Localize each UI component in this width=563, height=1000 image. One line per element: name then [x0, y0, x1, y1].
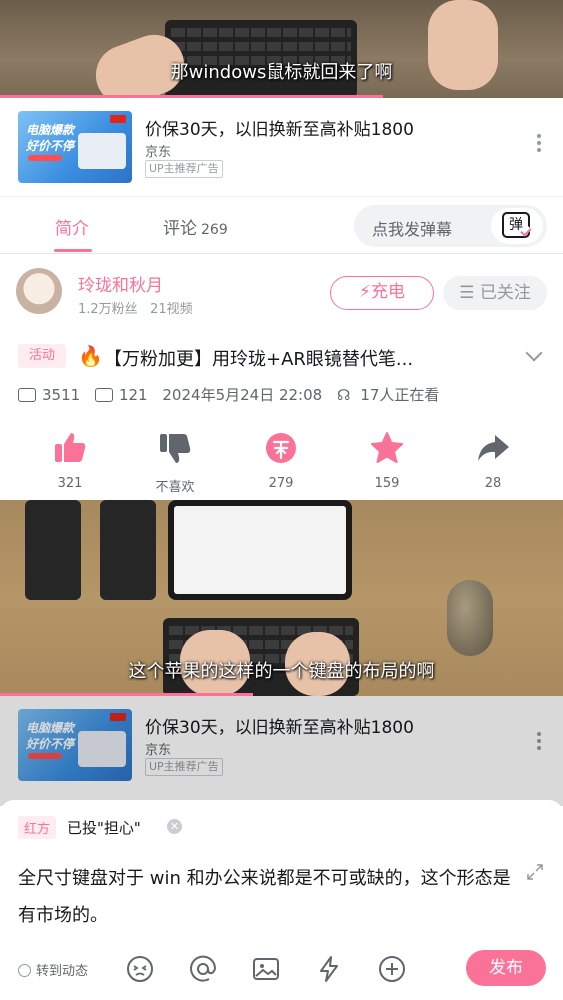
tablet-image: [168, 500, 352, 600]
coin-button[interactable]: 279: [251, 430, 311, 491]
video-subtitle: 那windows鼠标就回来了啊: [170, 62, 393, 83]
fans-count: 1.2万粉丝: [78, 302, 138, 317]
ad-thumb-text: 电脑爆款: [26, 123, 75, 137]
play-count: 3511: [42, 386, 81, 404]
dislike-button[interactable]: 不喜欢: [145, 430, 205, 495]
favorite-button[interactable]: 159: [357, 430, 417, 491]
thumbs-down-icon: [157, 430, 193, 466]
follow-button[interactable]: ☰ 已关注: [443, 276, 547, 310]
mouse-image: [447, 580, 493, 656]
vote-status: 已投"担心": [67, 819, 141, 837]
comment-input[interactable]: 全尺寸键盘对于 win 和办公来说都是不可或缺的，这个形态是有市场的。: [18, 860, 518, 934]
side-tag: 红方: [18, 816, 57, 839]
expand-icon[interactable]: [526, 863, 544, 881]
ad-thumb-pill: [28, 155, 62, 161]
video-title[interactable]: 【万粉加更】用玲珑+AR眼镜替代笔...: [104, 345, 413, 371]
charge-button[interactable]: ⚡充电: [330, 276, 434, 310]
ad-title: 价保30天，以旧换新至高补贴1800: [145, 120, 414, 140]
plus-icon[interactable]: [377, 954, 407, 984]
close-icon[interactable]: ✕: [167, 819, 182, 834]
comment-sheet: 红方 已投"担心" ✕ 全尺寸键盘对于 win 和办公来说都是不可或缺的，这个形…: [0, 800, 563, 1000]
danmaku-count: 121: [118, 386, 148, 404]
dislike-label: 不喜欢: [155, 480, 195, 495]
ad-thumb-text: 好价不停: [26, 139, 75, 153]
lightning-icon: ⚡: [359, 282, 371, 302]
tab-indicator: [54, 249, 92, 252]
video-player-mid[interactable]: 这个苹果的这样的一个键盘的布局的啊: [0, 500, 563, 696]
comment-toolbar: 转到动态 发布: [0, 950, 563, 990]
jd-logo-icon: [110, 115, 126, 123]
menu-icon: ☰: [459, 283, 475, 303]
video-subtitle: 这个苹果的这样的一个键盘的布局的啊: [128, 661, 435, 682]
publish-button[interactable]: 发布: [466, 950, 546, 986]
phone-image: [100, 500, 156, 600]
activity-tag[interactable]: 活动: [18, 344, 66, 368]
uploader-name[interactable]: 玲珑和秋月: [78, 271, 163, 296]
watching-count: 17人正在看: [360, 386, 440, 404]
charge-label: 充电: [370, 282, 405, 302]
emoji-icon[interactable]: [125, 954, 155, 984]
people-icon: ☊: [336, 386, 351, 404]
tab-comments-label: 评论: [163, 219, 197, 239]
phone-image: [25, 500, 81, 600]
like-button[interactable]: 321: [40, 430, 100, 491]
radio-icon: [18, 964, 31, 977]
share-icon: [475, 430, 511, 466]
uploader-stats: 1.2万粉丝 21视频: [78, 298, 193, 317]
ad-label: UP主推荐广告: [145, 160, 223, 178]
repost-label: 转到动态: [36, 964, 89, 979]
follow-label: 已关注: [479, 283, 531, 303]
comment-count: 269: [201, 222, 228, 238]
laptop-box-image: [78, 133, 126, 169]
image-icon[interactable]: [251, 954, 281, 984]
danmaku-placeholder: 点我发弹幕: [372, 220, 453, 239]
danmaku-input[interactable]: 点我发弹幕 弹: [354, 205, 547, 247]
ad-card[interactable]: 电脑爆款 好价不停 价保30天，以旧换新至高补贴1800 京东 UP主推荐广告: [0, 98, 563, 198]
thumbs-up-icon: [52, 430, 88, 466]
lightning-icon[interactable]: [314, 954, 344, 984]
share-count: 28: [484, 476, 502, 491]
tab-bar: 简介 评论 269 点我发弹幕 弹: [0, 196, 563, 254]
fire-icon: 🔥: [78, 344, 103, 368]
repost-checkbox[interactable]: 转到动态: [18, 960, 88, 979]
coin-count: 279: [268, 476, 294, 491]
video-meta: 3511 121 2024年5月24日 22:08 ☊ 17人正在看: [18, 384, 449, 405]
coin-icon: [263, 430, 299, 466]
star-icon: [369, 430, 405, 466]
share-button[interactable]: 28: [463, 430, 523, 491]
danmaku-count-icon: [94, 388, 113, 402]
at-mention-icon[interactable]: [188, 954, 218, 984]
ad-brand: 京东: [145, 145, 172, 160]
dim-overlay[interactable]: [0, 696, 563, 806]
video-player-top[interactable]: 那windows鼠标就回来了啊: [0, 0, 563, 98]
play-count-icon: [18, 388, 36, 402]
ad-thumbnail: 电脑爆款 好价不停: [18, 111, 132, 183]
avatar[interactable]: [16, 268, 62, 314]
danmaku-toggle-button[interactable]: 弹: [491, 208, 543, 244]
video-count: 21视频: [150, 302, 193, 317]
tab-intro[interactable]: 简介: [55, 214, 89, 239]
more-options-icon[interactable]: [537, 134, 541, 155]
favorite-count: 159: [374, 476, 400, 491]
publish-date: 2024年5月24日 22:08: [162, 386, 323, 404]
chevron-down-icon[interactable]: [525, 344, 543, 362]
like-count: 321: [57, 476, 83, 491]
tab-comments[interactable]: 评论 269: [163, 214, 228, 239]
